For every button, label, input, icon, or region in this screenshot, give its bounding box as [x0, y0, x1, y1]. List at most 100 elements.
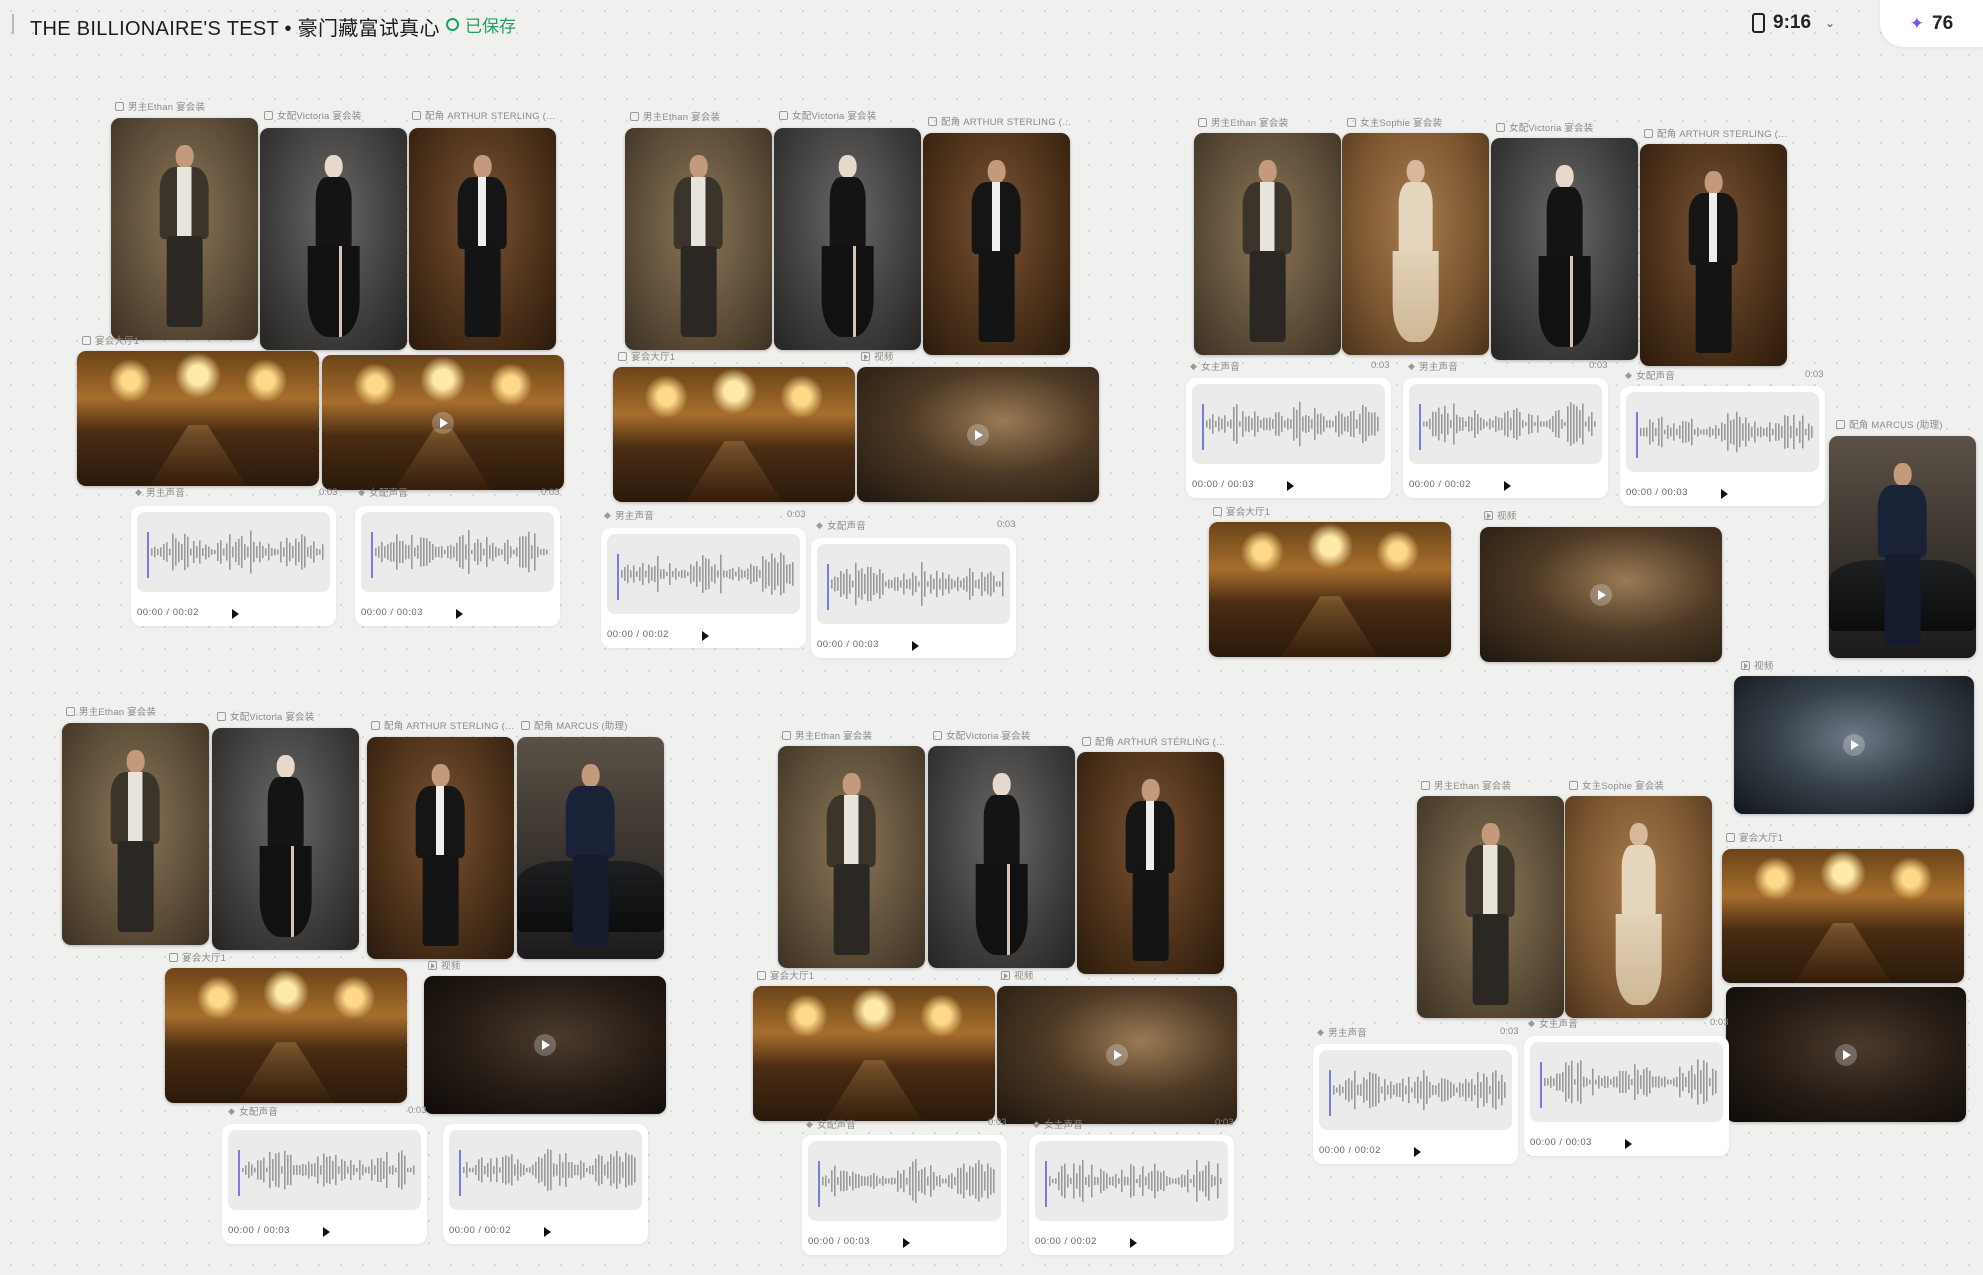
play-icon[interactable]: [1843, 734, 1865, 756]
play-button[interactable]: [1408, 1143, 1426, 1161]
node-label: 视频: [1741, 658, 1773, 672]
character-image-ethan[interactable]: [778, 746, 925, 968]
waveform[interactable]: [1530, 1042, 1723, 1122]
play-button[interactable]: [1124, 1234, 1142, 1252]
waveform[interactable]: [361, 512, 554, 592]
waveform[interactable]: [1192, 384, 1385, 464]
audio-player[interactable]: 00:00 / 00:02: [1403, 378, 1608, 498]
character-image-ethan[interactable]: [1194, 133, 1341, 355]
audio-player[interactable]: 00:00 / 00:02: [131, 506, 336, 626]
audio-player[interactable]: 00:00 / 00:03: [1620, 386, 1825, 506]
play-button[interactable]: [317, 1223, 335, 1241]
audio-player[interactable]: 00:00 / 00:03: [222, 1124, 427, 1244]
waveform[interactable]: [607, 534, 800, 614]
node-label: 配角 MARCUS (助理): [521, 718, 628, 732]
waveform[interactable]: [1626, 392, 1819, 472]
waveform[interactable]: [137, 512, 330, 592]
play-icon[interactable]: [534, 1034, 556, 1056]
scene-image[interactable]: [613, 367, 855, 502]
waveform[interactable]: [808, 1141, 1001, 1221]
node-label: 宴会大厅1: [1726, 830, 1783, 844]
play-icon[interactable]: [432, 411, 454, 434]
image-icon: [371, 720, 380, 730]
aspect-ratio-label: 9:16: [1773, 12, 1812, 33]
play-icon[interactable]: [1106, 1044, 1128, 1066]
audio-player[interactable]: 00:00 / 00:03: [811, 538, 1016, 658]
character-image-arthur[interactable]: [367, 737, 514, 959]
project-title[interactable]: THE BILLIONAIRE'S TEST • 豪门藏富试真心: [30, 12, 440, 41]
waveform[interactable]: [817, 544, 1010, 624]
figure-body: [1465, 844, 1516, 918]
play-button[interactable]: [226, 605, 244, 623]
character-image-ethan[interactable]: [625, 128, 772, 350]
video-clip[interactable]: [1734, 676, 1974, 814]
video-clip[interactable]: [1480, 527, 1722, 662]
play-button[interactable]: [1281, 477, 1299, 495]
scene-image[interactable]: [77, 351, 319, 486]
play-button[interactable]: [906, 637, 924, 655]
audio-player[interactable]: 00:00 / 00:02: [601, 528, 806, 648]
playhead: [617, 554, 619, 600]
play-icon[interactable]: [1590, 583, 1612, 606]
audio-player[interactable]: 00:00 / 00:03: [802, 1135, 1007, 1255]
node-label-text: 女配Victoria 宴会装: [946, 731, 1031, 742]
character-image-arthur[interactable]: [923, 133, 1070, 355]
waveform-bars: [1333, 1070, 1506, 1110]
audio-player[interactable]: 00:00 / 00:02: [443, 1124, 648, 1244]
video-clip[interactable]: [322, 355, 564, 490]
credits-badge[interactable]: ✦ 76: [1880, 0, 1983, 47]
character-image-victoria[interactable]: [1491, 138, 1638, 360]
play-button[interactable]: [1498, 477, 1516, 495]
character-image-marcus[interactable]: [517, 737, 664, 959]
audio-player[interactable]: 00:00 / 00:03: [1524, 1036, 1729, 1156]
character-image-arthur[interactable]: [1077, 752, 1224, 974]
character-image-ethan[interactable]: [1417, 796, 1564, 1018]
character-image-arthur[interactable]: [409, 128, 556, 350]
character-image-victoria[interactable]: [212, 728, 359, 950]
audio-player[interactable]: 00:00 / 00:02: [1029, 1135, 1234, 1255]
scene-image[interactable]: [1209, 522, 1451, 657]
play-button[interactable]: [897, 1234, 915, 1252]
waveform[interactable]: [1319, 1050, 1512, 1130]
image-icon: [82, 335, 91, 345]
character-image-ethan[interactable]: [111, 118, 258, 340]
character-image-ethan[interactable]: [62, 723, 209, 945]
waveform[interactable]: [228, 1130, 421, 1210]
waveform[interactable]: [1035, 1141, 1228, 1221]
node-label: 宴会大厅1: [82, 333, 139, 347]
aspect-ratio-selector[interactable]: 9:16 ⌄: [1752, 12, 1835, 34]
video-clip[interactable]: [857, 367, 1099, 502]
audio-player[interactable]: 00:00 / 00:03: [355, 506, 560, 626]
play-button[interactable]: [696, 627, 714, 645]
figure-shape: [450, 154, 515, 337]
character-image-marcus[interactable]: [1829, 436, 1976, 658]
audio-player[interactable]: 00:00 / 00:02: [1313, 1044, 1518, 1164]
scene-image[interactable]: [753, 986, 995, 1121]
waveform[interactable]: [1409, 384, 1602, 464]
play-button[interactable]: [538, 1223, 556, 1241]
character-image-sophie[interactable]: [1342, 133, 1489, 355]
node-label: 视频: [428, 958, 460, 972]
video-clip[interactable]: [997, 986, 1237, 1124]
play-button[interactable]: [450, 605, 468, 623]
scene-image[interactable]: [165, 968, 407, 1103]
character-image-victoria[interactable]: [928, 746, 1075, 968]
video-clip[interactable]: [424, 976, 666, 1114]
character-image-victoria[interactable]: [260, 128, 407, 350]
play-icon[interactable]: [967, 423, 989, 446]
play-button[interactable]: [1715, 485, 1733, 503]
node-label: 女主Sophie 宴会装: [1569, 778, 1664, 792]
figure-shape: [558, 763, 623, 946]
sidebar-toggle-handle[interactable]: [12, 14, 14, 34]
character-image-arthur[interactable]: [1640, 144, 1787, 366]
video-clip[interactable]: [1726, 987, 1966, 1122]
character-image-sophie[interactable]: [1565, 796, 1712, 1018]
play-icon[interactable]: [1835, 1043, 1857, 1066]
character-image-victoria[interactable]: [774, 128, 921, 350]
scene-image[interactable]: [1722, 849, 1964, 983]
audio-player[interactable]: 00:00 / 00:03: [1186, 378, 1391, 498]
waveform[interactable]: [449, 1130, 642, 1210]
node-label-text: 男主Ethan 宴会装: [795, 731, 873, 742]
play-button[interactable]: [1619, 1135, 1637, 1153]
audio-icon: ◆: [135, 486, 143, 497]
